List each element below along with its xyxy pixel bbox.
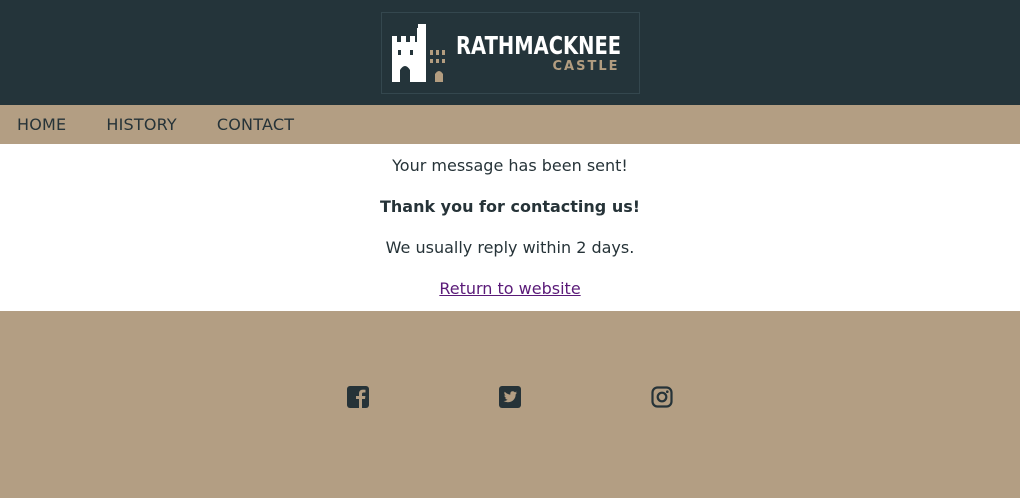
confirmation-section: Your message has been sent! Thank you fo… bbox=[0, 144, 1020, 311]
thanks-message: Thank you for contacting us! bbox=[379, 197, 641, 216]
castle-logo-icon bbox=[391, 23, 445, 82]
logo-title: RATHMACKNEE bbox=[455, 30, 621, 60]
twitter-icon[interactable] bbox=[498, 385, 522, 409]
reply-message: We usually reply within 2 days. bbox=[385, 238, 635, 257]
main-nav: HOME HISTORY CONTACT bbox=[0, 105, 1020, 144]
facebook-icon[interactable] bbox=[346, 385, 370, 409]
nav-item-history[interactable]: HISTORY bbox=[106, 115, 177, 134]
sent-message: Your message has been sent! bbox=[392, 156, 628, 175]
instagram-icon[interactable] bbox=[650, 385, 674, 409]
nav-item-contact[interactable]: CONTACT bbox=[217, 115, 294, 134]
logo-subtitle: CASTLE bbox=[552, 58, 620, 74]
site-logo[interactable]: RATHMACKNEE CASTLE bbox=[380, 11, 640, 94]
site-header: RATHMACKNEE CASTLE bbox=[0, 0, 1020, 105]
return-to-website-link[interactable]: Return to website bbox=[439, 279, 580, 298]
nav-item-home[interactable]: HOME bbox=[17, 115, 66, 134]
site-footer bbox=[0, 311, 1020, 498]
